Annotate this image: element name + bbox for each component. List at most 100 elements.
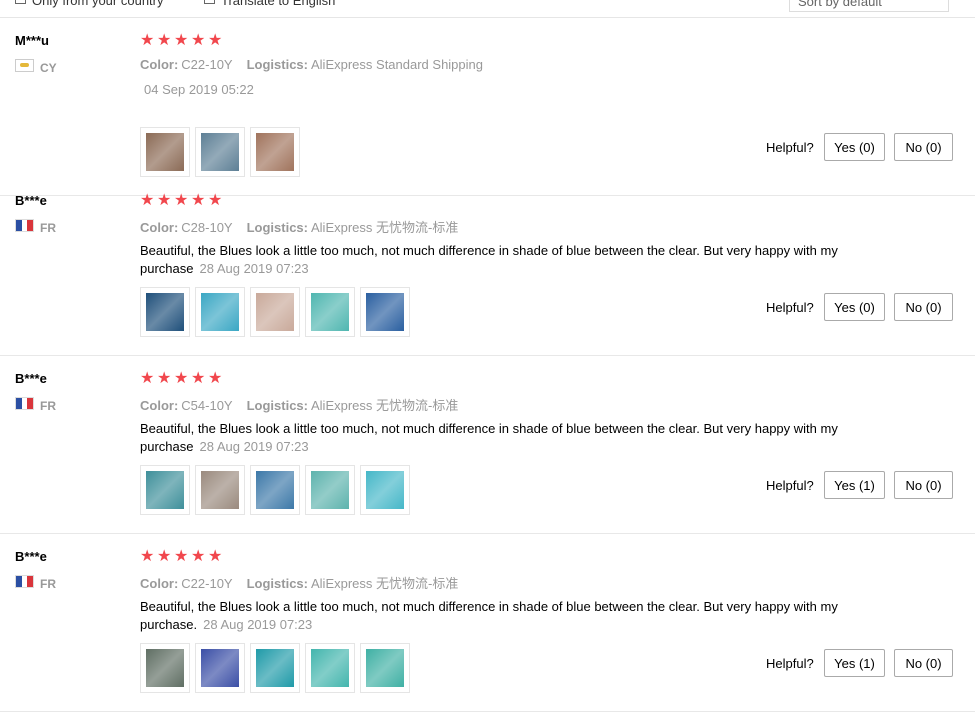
helpful-yes-button[interactable]: Yes (0)	[824, 133, 885, 161]
review-photo[interactable]	[195, 127, 245, 177]
review-photo[interactable]	[360, 465, 410, 515]
only-country-label[interactable]: Only from your country	[32, 0, 164, 8]
helpful-label: Helpful?	[766, 300, 814, 315]
review-date: 28 Aug 2019 07:23	[199, 439, 309, 454]
reviewer-country: CY	[40, 61, 57, 75]
helpful-no-button[interactable]: No (0)	[894, 133, 953, 161]
review-photo[interactable]	[360, 643, 410, 693]
logistics-value: AliExpress 无忧物流-标准	[311, 398, 459, 413]
review-photos	[140, 643, 410, 693]
star-icon: ★	[140, 370, 155, 387]
review-photo[interactable]	[140, 127, 190, 177]
filter-bar: Only from your country Translate to Engl…	[0, 0, 975, 18]
review-item: B***e FR ★ ★ ★ ★ ★ Color: C54-10Y Logistics: AliEx…	[0, 356, 975, 534]
product-attributes: Color: C54-10Y Logistics: AliExpress 无忧物流-标…	[140, 395, 472, 414]
color-value: C54-10Y	[181, 398, 233, 413]
star-icon: ★	[174, 192, 189, 209]
star-rating: ★ ★ ★ ★ ★	[140, 371, 223, 387]
helpful-no-button[interactable]: No (0)	[894, 471, 953, 499]
only-country-checkbox[interactable]	[15, 0, 26, 4]
helpful-no-button[interactable]: No (0)	[894, 293, 953, 321]
helpful-yes-button[interactable]: Yes (0)	[824, 293, 885, 321]
logistics-value: AliExpress Standard Shipping	[311, 57, 483, 72]
logistics-label: Logistics:	[246, 576, 308, 591]
helpful-yes-button[interactable]: Yes (1)	[824, 649, 885, 677]
product-attributes: Color: C22-10Y Logistics: AliExpress 无忧物流-标…	[140, 573, 472, 592]
review-photo[interactable]	[195, 287, 245, 337]
helpful-label: Helpful?	[766, 140, 814, 155]
review-photo[interactable]	[305, 465, 355, 515]
review-date: 28 Aug 2019 07:23	[203, 617, 313, 632]
star-icon: ★	[191, 32, 206, 49]
review-date: 28 Aug 2019 07:23	[199, 261, 309, 276]
logistics-label: Logistics:	[246, 57, 308, 72]
color-value: C22-10Y	[181, 57, 233, 72]
star-icon: ★	[157, 370, 172, 387]
reviewer-name: B***e	[15, 549, 47, 564]
logistics-label: Logistics:	[246, 220, 308, 235]
logistics-value: AliExpress 无忧物流-标准	[311, 576, 459, 591]
star-icon: ★	[140, 192, 155, 209]
star-icon: ★	[208, 192, 223, 209]
review-item: B***e FR ★ ★ ★ ★ ★ Color: C28-10Y Logistics: AliEx…	[0, 178, 975, 356]
reviewer-name: M***u	[15, 33, 49, 48]
star-icon: ★	[157, 548, 172, 565]
review-photo[interactable]	[305, 287, 355, 337]
review-text: Beautiful, the Blues look a little too m…	[140, 598, 870, 634]
reviewer-country: FR	[40, 399, 56, 413]
translate-checkbox[interactable]	[204, 0, 215, 4]
review-photo[interactable]	[140, 643, 190, 693]
review-text: Beautiful, the Blues look a little too m…	[140, 420, 870, 456]
star-icon: ★	[208, 32, 223, 49]
review-photo[interactable]	[195, 465, 245, 515]
logistics-label: Logistics:	[246, 398, 308, 413]
review-photo[interactable]	[360, 287, 410, 337]
review-photo[interactable]	[140, 287, 190, 337]
review-item: B***e FR ★ ★ ★ ★ ★ Color: C22-10Y Logistics: AliEx…	[0, 534, 975, 712]
sort-dropdown[interactable]: Sort by default	[789, 0, 949, 12]
country-flag-icon	[15, 59, 34, 72]
reviewer-country: FR	[40, 221, 56, 235]
helpful-label: Helpful?	[766, 656, 814, 671]
review-photos	[140, 287, 410, 337]
review-text: Beautiful, the Blues look a little too m…	[140, 242, 870, 278]
color-label: Color:	[140, 57, 179, 72]
star-icon: ★	[174, 370, 189, 387]
reviewer-country: FR	[40, 577, 56, 591]
review-photo[interactable]	[250, 643, 300, 693]
review-photo[interactable]	[250, 465, 300, 515]
color-label: Color:	[140, 576, 179, 591]
star-icon: ★	[208, 370, 223, 387]
review-date: 04 Sep 2019 05:22	[144, 82, 254, 97]
star-icon: ★	[191, 192, 206, 209]
star-icon: ★	[157, 192, 172, 209]
star-icon: ★	[191, 548, 206, 565]
review-photo[interactable]	[305, 643, 355, 693]
color-value: C22-10Y	[181, 576, 233, 591]
product-attributes: Color: C28-10Y Logistics: AliExpress 无忧物流-标…	[140, 217, 472, 236]
country-flag-icon	[15, 575, 34, 588]
helpful-label: Helpful?	[766, 478, 814, 493]
translate-label[interactable]: Translate to English	[221, 0, 335, 8]
star-icon: ★	[208, 548, 223, 565]
helpful-no-button[interactable]: No (0)	[894, 649, 953, 677]
star-icon: ★	[191, 370, 206, 387]
star-rating: ★ ★ ★ ★ ★	[140, 193, 223, 209]
helpful-yes-button[interactable]: Yes (1)	[824, 471, 885, 499]
reviewer-name: B***e	[15, 371, 47, 386]
star-icon: ★	[174, 32, 189, 49]
review-photo[interactable]	[250, 127, 300, 177]
star-icon: ★	[140, 32, 155, 49]
review-photo[interactable]	[195, 643, 245, 693]
logistics-value: AliExpress 无忧物流-标准	[311, 220, 459, 235]
review-photo[interactable]	[140, 465, 190, 515]
review-photo[interactable]	[250, 287, 300, 337]
review-photos	[140, 127, 300, 177]
product-attributes: Color: C22-10Y Logistics: AliExpress Standa…	[140, 57, 497, 72]
review-item: M***u CY ★ ★ ★ ★ ★ Color: C22-10Y Logistics: AliEx…	[0, 18, 975, 196]
star-rating: ★ ★ ★ ★ ★	[140, 549, 223, 565]
star-icon: ★	[174, 548, 189, 565]
reviewer-name: B***e	[15, 193, 47, 208]
star-icon: ★	[140, 548, 155, 565]
star-rating: ★ ★ ★ ★ ★	[140, 33, 223, 49]
